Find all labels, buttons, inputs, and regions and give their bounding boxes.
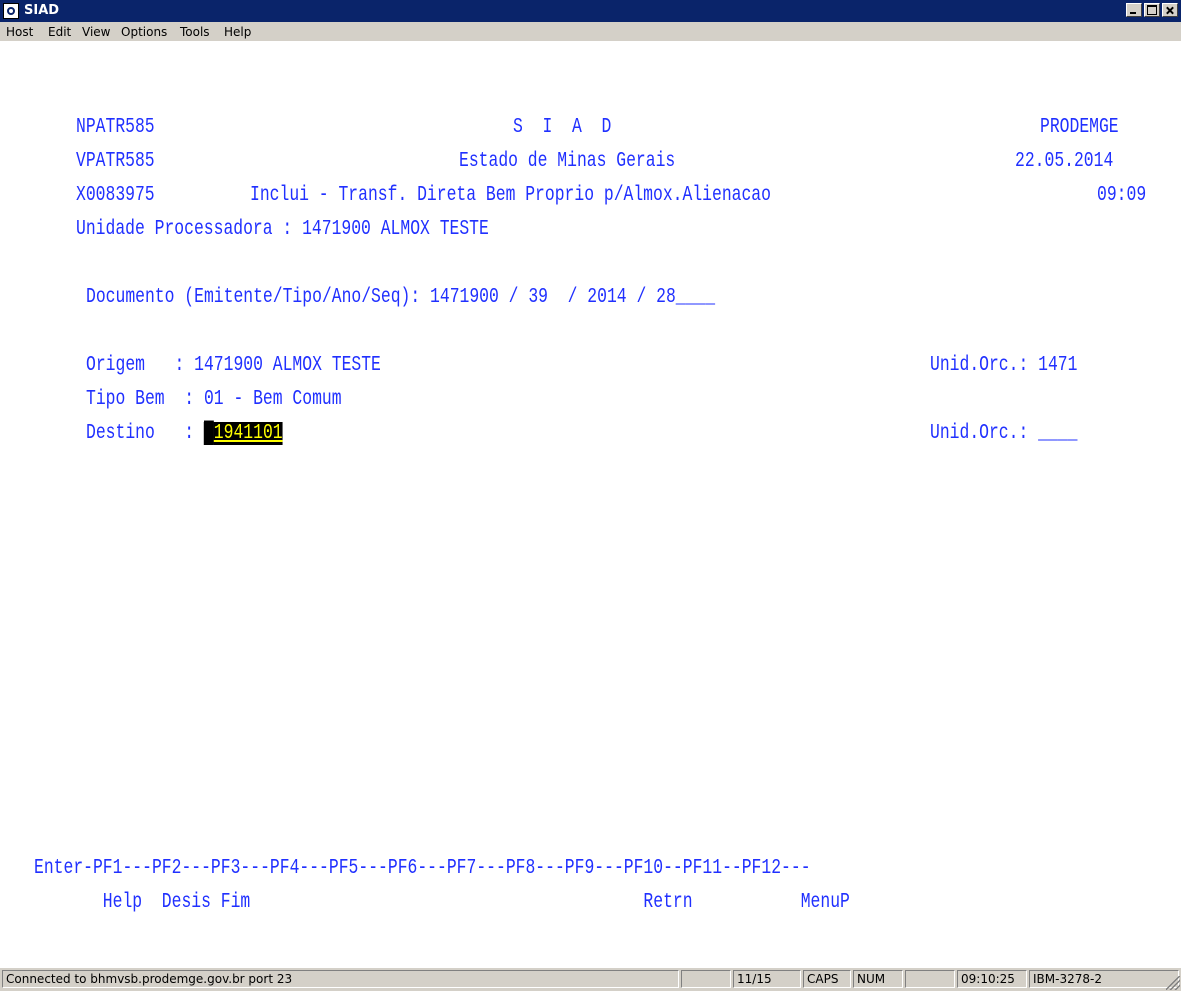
menu-help[interactable]: Help bbox=[224, 25, 251, 39]
minimize-button[interactable] bbox=[1126, 3, 1142, 17]
destino-label: Destino : bbox=[86, 422, 204, 445]
view-id: VPATR585 bbox=[76, 150, 155, 173]
status-blank bbox=[681, 970, 731, 988]
cursor-position: 11/15 bbox=[733, 970, 801, 988]
system-name: S I A D bbox=[513, 116, 612, 139]
menu-bar: Host Edit View Options Tools Help bbox=[0, 22, 1181, 41]
document-field[interactable]: Documento (Emitente/Tipo/Ano/Seq): 14719… bbox=[86, 286, 715, 310]
origem-field: Origem : 1471900 ALMOX TESTE bbox=[86, 354, 381, 377]
close-button[interactable] bbox=[1162, 3, 1178, 17]
resize-grip[interactable] bbox=[1166, 976, 1180, 990]
destino-row: Destino : █1941101 bbox=[86, 422, 283, 446]
pf-labels-line[interactable]: Help Desis Fim Retrn MenuP bbox=[34, 891, 850, 915]
destino-input[interactable]: 1941101 bbox=[213, 422, 283, 445]
caps-indicator: CAPS bbox=[803, 970, 851, 988]
processing-unit: Unidade Processadora : 1471900 ALMOX TES… bbox=[76, 218, 489, 241]
state-name: Estado de Minas Gerais bbox=[459, 150, 676, 173]
connection-status: Connected to bhmvsb.prodemge.gov.br port… bbox=[2, 970, 679, 988]
menu-view[interactable]: View bbox=[82, 25, 110, 39]
maximize-button[interactable] bbox=[1144, 3, 1160, 17]
function-title: Inclui - Transf. Direta Bem Proprio p/Al… bbox=[250, 184, 771, 207]
num-indicator: NUM bbox=[853, 970, 903, 988]
terminal-type: IBM-3278-2 bbox=[1029, 970, 1179, 988]
menu-options[interactable]: Options bbox=[121, 25, 167, 39]
tipo-bem-field: Tipo Bem : 01 - Bem Comum bbox=[86, 388, 342, 411]
pf-keys-line: Enter-PF1---PF2---PF3---PF4---PF5---PF6-… bbox=[34, 857, 811, 880]
title-bar[interactable]: SIAD bbox=[0, 0, 1181, 22]
terminal-screen[interactable]: NPATR585 S I A D PRODEMGE VPATR585 Estad… bbox=[0, 41, 1181, 968]
current-time: 09:09 bbox=[1097, 184, 1147, 207]
origem-unid-orc: Unid.Orc.: 1471 bbox=[930, 354, 1078, 377]
clock: 09:10:25 bbox=[957, 970, 1027, 988]
destino-unid-row: Unid.Orc.: ____ bbox=[930, 422, 1077, 446]
cursor: █ bbox=[203, 422, 214, 445]
current-date: 22.05.2014 bbox=[1015, 150, 1114, 173]
destino-unid-input[interactable]: ____ bbox=[1038, 422, 1077, 445]
menu-host[interactable]: Host bbox=[6, 25, 33, 39]
status-bar: Connected to bhmvsb.prodemge.gov.br port… bbox=[0, 968, 1181, 991]
status-blank-2 bbox=[905, 970, 955, 988]
window-title: SIAD bbox=[24, 3, 60, 18]
company-name: PRODEMGE bbox=[1040, 116, 1119, 139]
window-controls bbox=[1124, 3, 1178, 17]
menu-tools[interactable]: Tools bbox=[180, 25, 210, 39]
destino-unid-label: Unid.Orc.: bbox=[930, 422, 1039, 445]
program-id: NPATR585 bbox=[76, 116, 155, 139]
menu-edit[interactable]: Edit bbox=[48, 25, 71, 39]
user-id: X0083975 bbox=[76, 184, 155, 207]
app-icon bbox=[3, 3, 19, 19]
